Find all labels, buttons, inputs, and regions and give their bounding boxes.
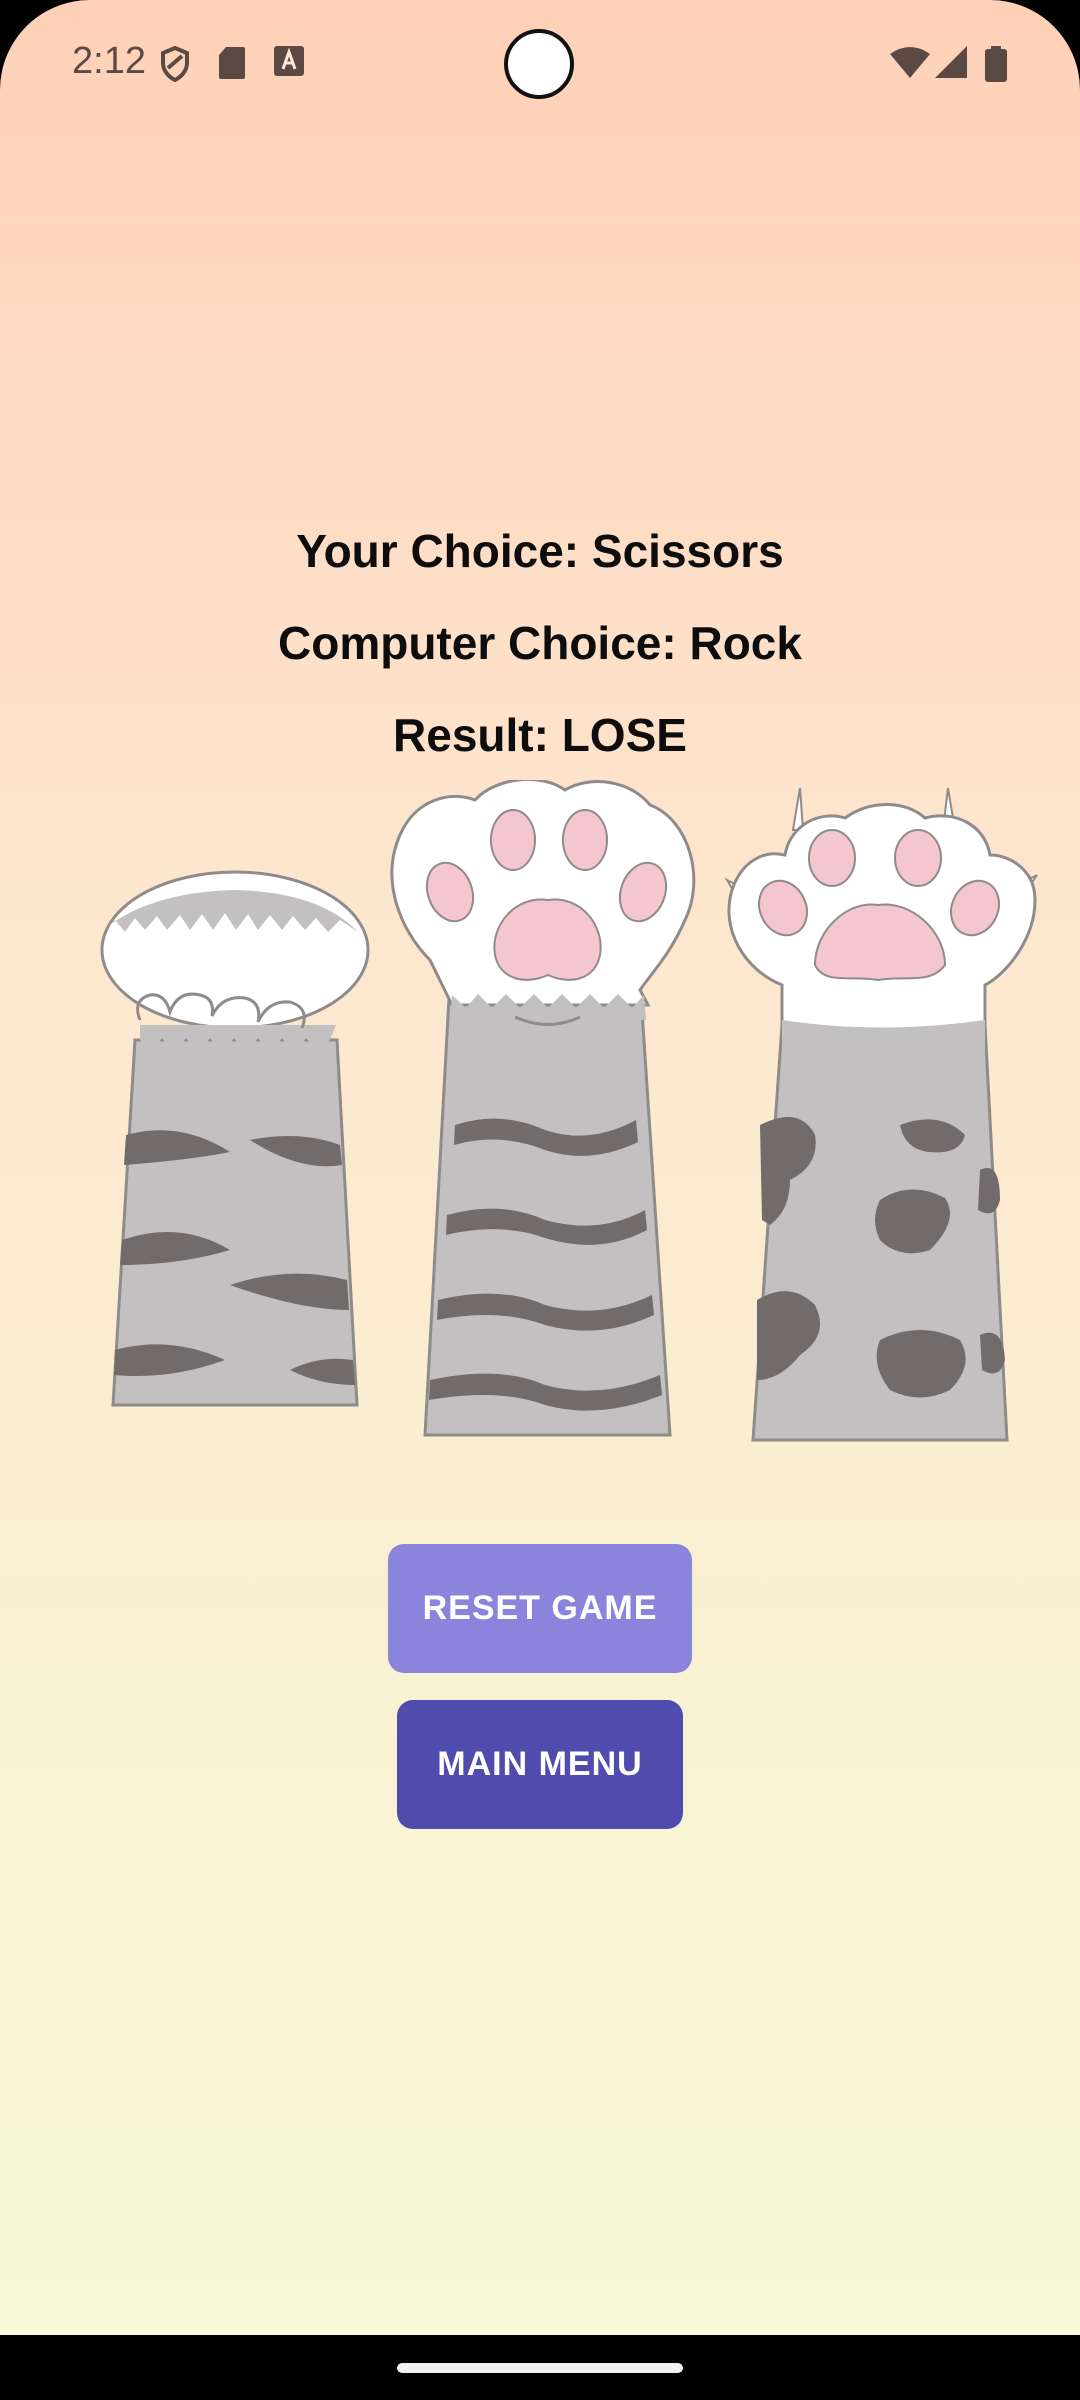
battery-icon: [985, 46, 1007, 82]
reset-game-button[interactable]: RESET GAME: [388, 1544, 692, 1673]
computer-choice-text: Computer Choice: Rock: [278, 617, 802, 669]
your-choice-text: Your Choice: Scissors: [296, 525, 784, 577]
camera-cutout: [504, 29, 574, 99]
shield-icon: [161, 46, 189, 82]
rock-paw-icon[interactable]: [100, 870, 370, 1407]
wifi-icon: [890, 47, 930, 78]
home-gesture-handle[interactable]: [397, 2363, 683, 2373]
scissors-paw-icon[interactable]: [724, 787, 1038, 1442]
game-screen: 2:12 Your Choice: Scissors Computer Choi…: [0, 0, 1080, 2335]
paper-paw-icon[interactable]: [390, 780, 696, 1437]
signal-icon: [935, 46, 967, 78]
status-time: 2:12: [72, 40, 146, 82]
main-menu-button[interactable]: MAIN MENU: [397, 1700, 683, 1829]
result-panel: Your Choice: Scissors Computer Choice: R…: [0, 505, 1080, 781]
paw-choices: [100, 780, 1038, 1442]
sd-card-icon: [219, 47, 245, 79]
text-a-icon: [274, 46, 304, 76]
result-text: Result: LOSE: [393, 709, 687, 761]
